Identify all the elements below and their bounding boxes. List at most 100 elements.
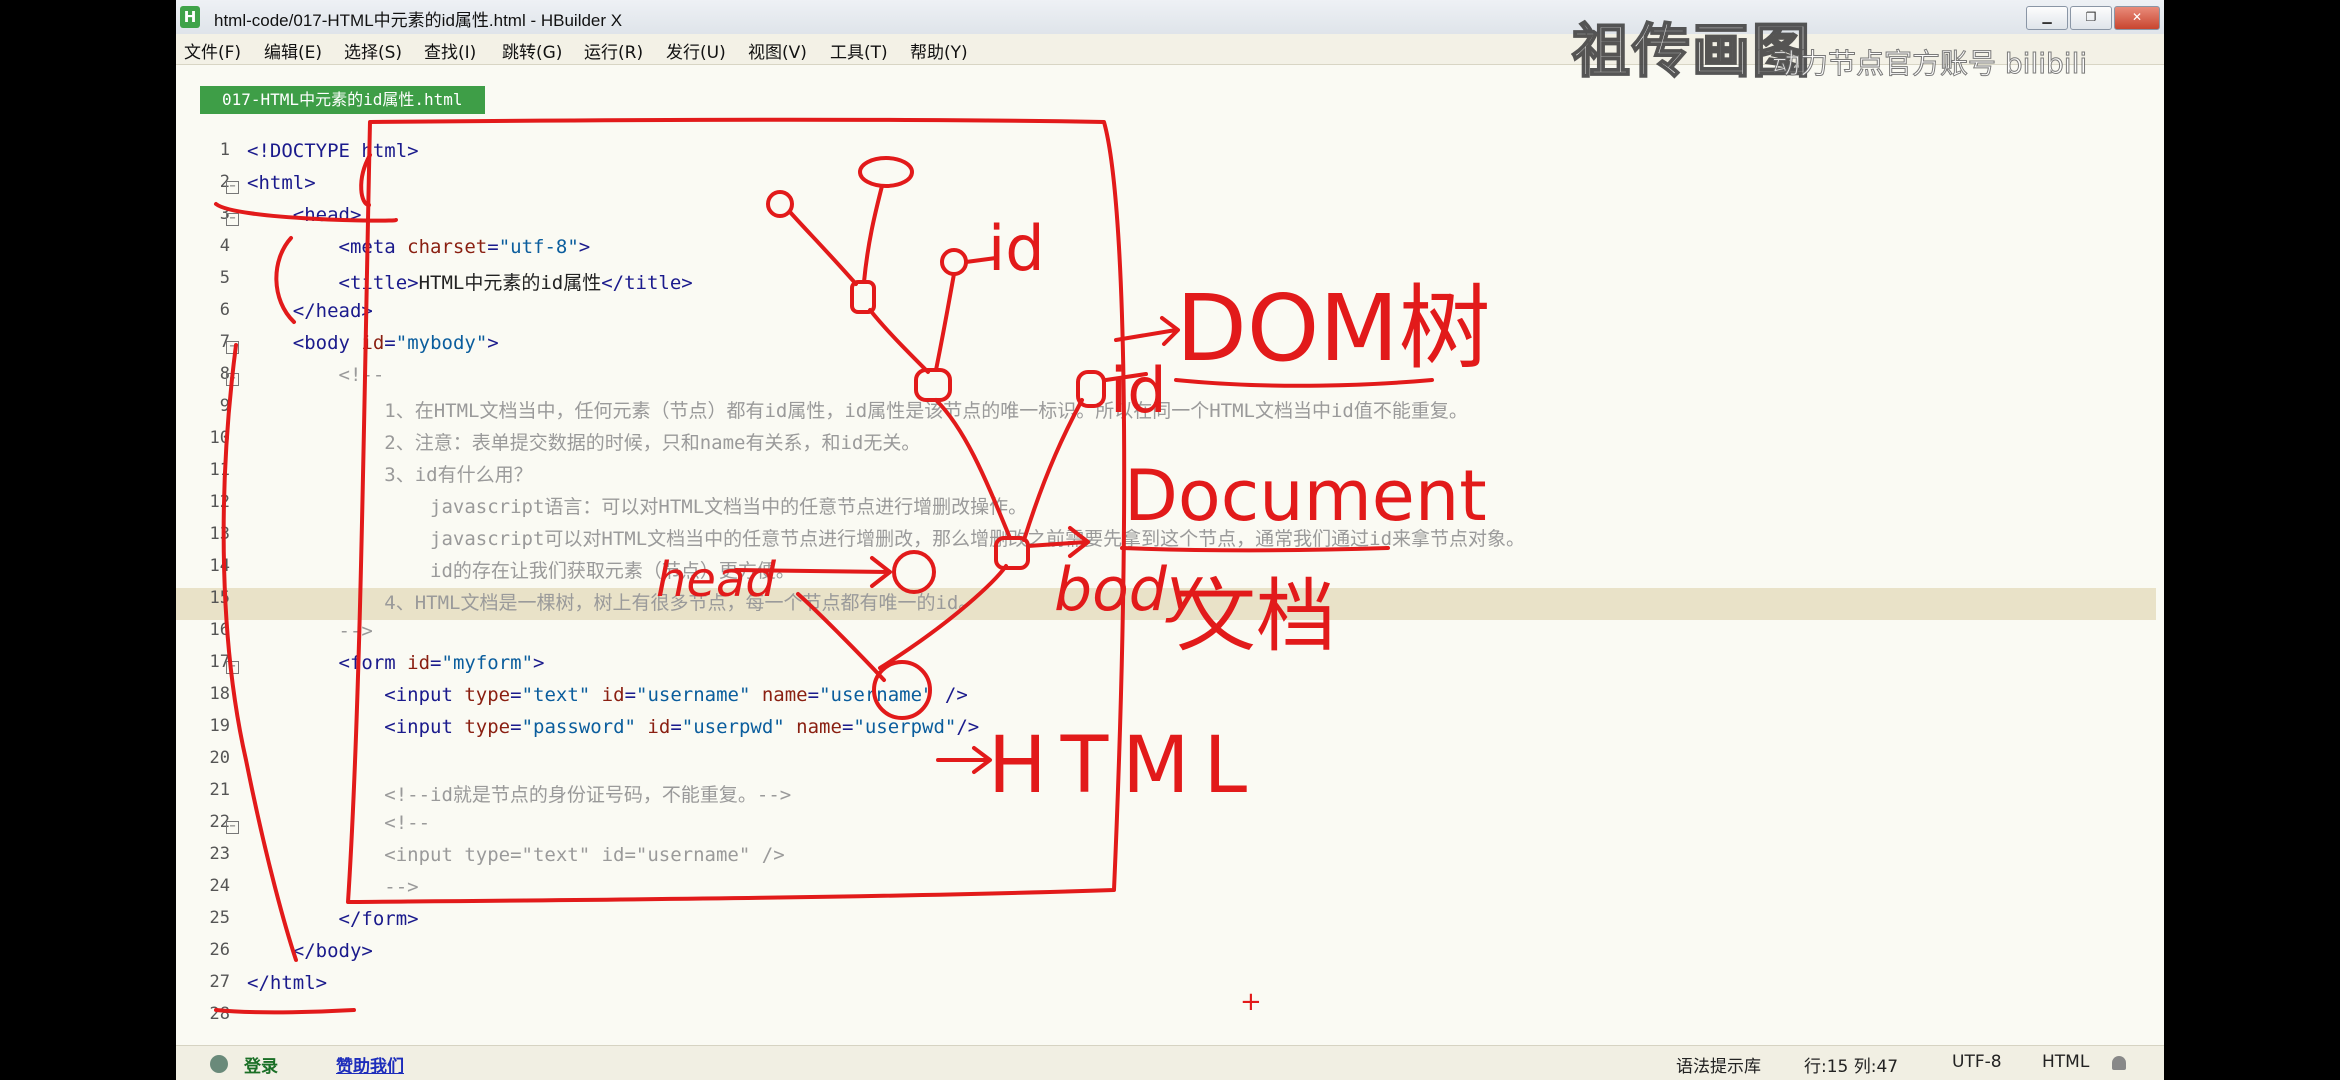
code-line[interactable]: 20	[176, 748, 2156, 780]
sponsor-link[interactable]: 赞助我们	[336, 1052, 404, 1077]
code-line[interactable]: 4 <meta charset="utf-8">	[176, 236, 2156, 268]
code-token: </head>	[292, 300, 373, 322]
menu-select[interactable]: 选择(S)	[344, 38, 402, 63]
code-token: id	[647, 716, 671, 738]
menu-file[interactable]: 文件(F)	[184, 38, 241, 63]
code-line[interactable]: 18 <input type="text" id="username" name…	[176, 684, 2156, 716]
code-line[interactable]: 3− <head>	[176, 204, 2156, 236]
code-token: "username"	[819, 684, 934, 706]
fold-toggle-icon[interactable]: −	[226, 373, 239, 386]
code-text: <input type="text" id="username" />	[247, 844, 784, 866]
minimize-button[interactable]: ▁	[2026, 6, 2068, 30]
code-token: charset	[407, 236, 488, 258]
line-number: 28	[209, 1004, 230, 1024]
notification-bell-icon[interactable]	[2112, 1056, 2126, 1070]
code-line[interactable]: 10 2、注意：表单提交数据的时候，只和name有关系，和id无关。	[176, 428, 2156, 460]
fold-toggle-icon[interactable]: −	[226, 213, 239, 226]
fold-toggle-icon[interactable]: −	[226, 661, 239, 674]
menu-help[interactable]: 帮助(Y)	[910, 38, 968, 63]
code-line[interactable]: 24 -->	[176, 876, 2156, 908]
code-line[interactable]: 21 <!--id就是节点的身份证号码，不能重复。-->	[176, 780, 2156, 812]
menu-publish[interactable]: 发行(U)	[666, 38, 726, 63]
syntax-library-button[interactable]: 语法提示库	[1676, 1052, 1761, 1077]
code-line[interactable]: 1 <!DOCTYPE html>	[176, 140, 2156, 172]
code-line[interactable]: 2− <html>	[176, 172, 2156, 204]
fold-toggle-icon[interactable]: −	[226, 181, 239, 194]
code-line[interactable]: 25 </form>	[176, 908, 2156, 940]
menu-run[interactable]: 运行(R)	[584, 38, 643, 63]
maximize-icon: ❐	[2085, 10, 2097, 24]
code-line[interactable]: 9 1、在HTML文档当中，任何元素（节点）都有id属性，id属性是该节点的唯一…	[176, 396, 2156, 428]
language-indicator[interactable]: HTML	[2042, 1052, 2089, 1072]
code-line[interactable]: 13 javascript可以对HTML文档当中的任意节点进行增删改，那么增删改…	[176, 524, 2156, 556]
code-text: <!DOCTYPE html>	[247, 140, 419, 162]
code-line[interactable]: 23 <input type="text" id="username" />	[176, 844, 2156, 876]
code-line[interactable]: 5 <title>HTML中元素的id属性</title>	[176, 268, 2156, 300]
line-number: 8	[219, 364, 230, 384]
code-token: type	[464, 716, 511, 738]
line-number: 19	[209, 716, 230, 736]
code-line[interactable]: 16 -->	[176, 620, 2156, 652]
code-token: </form>	[338, 908, 419, 930]
code-text: javascript可以对HTML文档当中的任意节点进行增删改，那么增删改之前需…	[247, 524, 1525, 551]
minimize-icon: ▁	[2042, 10, 2052, 24]
code-text: <title>HTML中元素的id属性</title>	[247, 268, 693, 295]
line-number: 10	[209, 428, 230, 448]
menu-view[interactable]: 视图(V)	[748, 38, 807, 63]
maximize-button[interactable]: ❐	[2070, 6, 2112, 30]
code-line[interactable]: 14 id的存在让我们获取元素（节点）更方便。	[176, 556, 2156, 588]
code-token: <!--	[247, 812, 431, 834]
menu-goto[interactable]: 跳转(G)	[502, 38, 562, 63]
code-token: HTML中元素的id属性	[418, 272, 602, 294]
code-token: <title>	[338, 272, 419, 294]
line-number: 27	[209, 972, 230, 992]
line-number: 12	[209, 492, 230, 512]
fold-toggle-icon[interactable]: −	[226, 341, 239, 354]
menu-tools[interactable]: 工具(T)	[830, 38, 888, 63]
code-line[interactable]: 7− <body id="mybody">	[176, 332, 2156, 364]
code-line[interactable]: 26 </body>	[176, 940, 2156, 972]
line-number: 3	[219, 204, 230, 224]
code-line[interactable]: 19 <input type="password" id="userpwd" n…	[176, 716, 2156, 748]
fold-toggle-icon[interactable]: −	[226, 821, 239, 834]
close-button[interactable]: ✕	[2114, 6, 2160, 30]
code-token: <input	[384, 716, 465, 738]
login-link[interactable]: 登录	[244, 1052, 278, 1077]
code-editor[interactable]: 1 <!DOCTYPE html> 2− <html> 3− <head> 4 <meta…	[176, 140, 2164, 1040]
code-text: <!--	[247, 364, 385, 386]
line-number: 16	[209, 620, 230, 640]
code-line[interactable]: 28	[176, 1004, 2156, 1036]
menu-edit[interactable]: 编辑(E)	[264, 38, 322, 63]
code-text: </head>	[247, 300, 373, 322]
tab-file[interactable]: 017-HTML中元素的id属性.html	[200, 86, 485, 114]
code-line[interactable]: 11 3、id有什么用？	[176, 460, 2156, 492]
code-line[interactable]: 8− <!--	[176, 364, 2156, 396]
line-number: 15	[209, 588, 230, 608]
code-line[interactable]: 12 javascript语言：可以对HTML文档当中的任意节点进行增删改操作。	[176, 492, 2156, 524]
code-line[interactable]: 6 </head>	[176, 300, 2156, 332]
menu-find[interactable]: 查找(I)	[424, 38, 476, 63]
code-text: </form>	[247, 908, 419, 930]
line-number: 13	[209, 524, 230, 544]
line-number: 20	[209, 748, 230, 768]
code-token: "userpwd"	[681, 716, 785, 738]
code-token: "userpwd"	[853, 716, 957, 738]
code-text: 2、注意：表单提交数据的时候，只和name有关系，和id无关。	[247, 428, 920, 455]
line-number: 26	[209, 940, 230, 960]
encoding-indicator[interactable]: UTF-8	[1952, 1052, 2002, 1072]
code-line[interactable]: 22− <!--	[176, 812, 2156, 844]
code-line[interactable]: 15 4、HTML文档是一棵树，树上有很多节点，每一个节点都有唯一的id。	[176, 588, 2156, 620]
code-line[interactable]: 27 </html>	[176, 972, 2156, 1004]
code-token: =	[487, 236, 499, 258]
code-line[interactable]: 17− <form id="myform">	[176, 652, 2156, 684]
hbuilder-logo-icon: H	[180, 6, 200, 28]
code-token: 2、注意：表单提交数据的时候，只和name有关系，和id无关。	[247, 432, 921, 454]
